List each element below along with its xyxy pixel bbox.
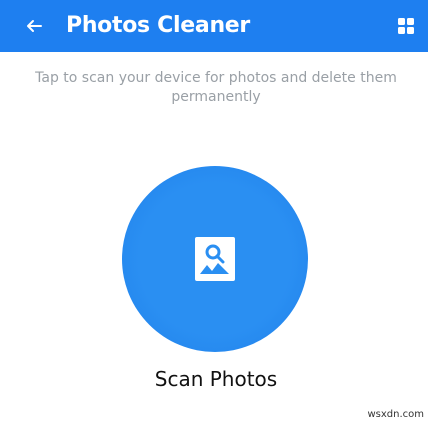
- scan-instruction-text: Tap to scan your device for photos and d…: [35, 70, 397, 105]
- app-title: Photos Cleaner: [66, 13, 250, 38]
- scan-photos-label: Scan Photos: [154, 367, 278, 391]
- photo-search-icon: [195, 237, 235, 281]
- back-button[interactable]: [20, 12, 48, 40]
- app-bar: Photos Cleaner: [0, 0, 428, 52]
- photos-cleaner-screen: Photos Cleaner Tap to scan your device f…: [0, 0, 432, 432]
- grid-menu-button[interactable]: [392, 12, 420, 40]
- watermark-text: wsxdn.com: [367, 409, 424, 420]
- arrow-left-icon: [27, 20, 42, 32]
- grid-icon: [398, 18, 414, 34]
- scan-photos-button[interactable]: [122, 166, 308, 352]
